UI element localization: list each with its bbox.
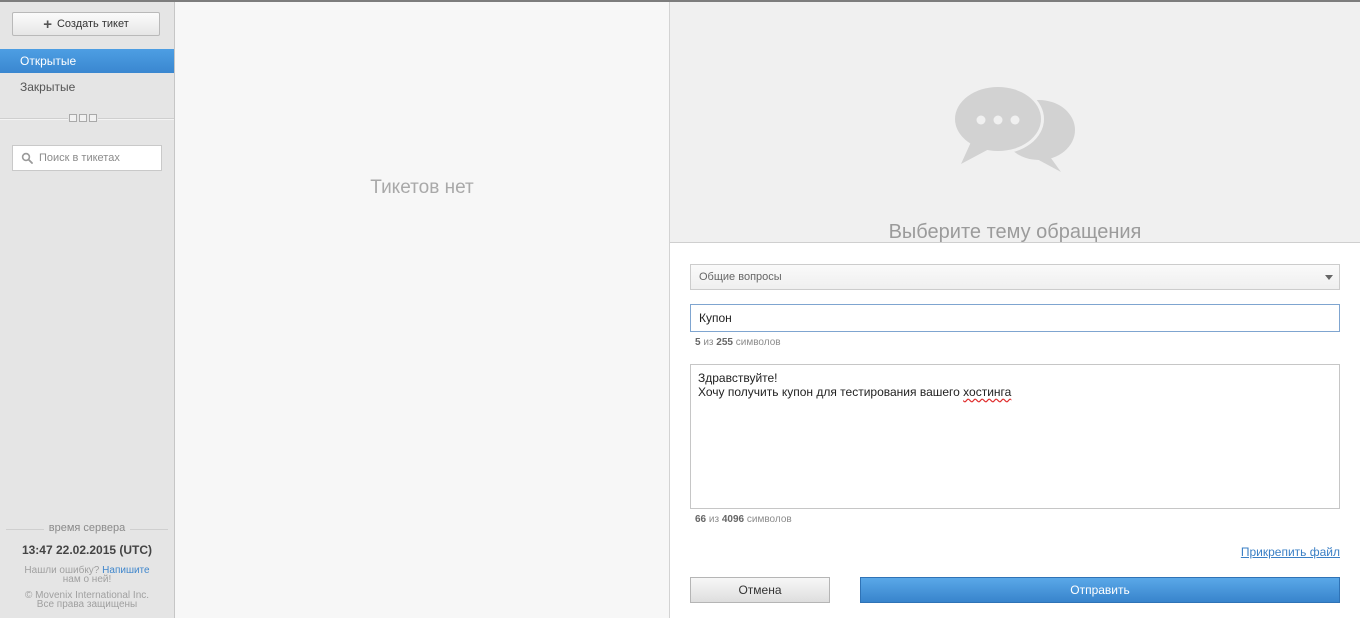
empty-list-message: Тикетов нет (370, 177, 474, 198)
topic-select[interactable]: Общие вопросы (690, 264, 1340, 290)
message-count: 66 (695, 514, 707, 525)
search-input[interactable] (39, 152, 149, 164)
ticket-search (12, 145, 162, 171)
message-textarea[interactable]: Здравствуйте! Хочу получить купон для те… (690, 364, 1340, 509)
server-time-label: время сервера (0, 522, 174, 534)
subject-char-counter: 5 из 255 символов (695, 337, 781, 348)
subject-count: 5 (695, 337, 701, 348)
handle-dot (79, 114, 87, 122)
sidebar-item-label: Открытые (20, 54, 77, 68)
plus-icon: + (43, 15, 52, 33)
topic-hero: Выберите тему обращения (670, 2, 1360, 243)
message-char-counter: 66 из 4096 символов (695, 514, 792, 525)
topic-heading: Выберите тему обращения (888, 221, 1142, 243)
topic-select-value: Общие вопросы (699, 271, 782, 283)
create-ticket-button[interactable]: + Создать тикет (12, 12, 160, 36)
server-time: 13:47 22.02.2015 (UTC) (21, 543, 153, 557)
search-icon (21, 152, 33, 164)
chevron-down-icon (1325, 275, 1333, 280)
subject-input[interactable] (690, 304, 1340, 332)
message-of: из (708, 514, 720, 525)
sidebar-item-closed[interactable]: Закрытые (0, 75, 174, 99)
misspelled-word: хостинга (963, 385, 1012, 399)
message-max: 4096 (721, 514, 745, 525)
message-line-1: Здравствуйте! (698, 371, 778, 385)
cancel-button[interactable]: Отмена (690, 577, 830, 603)
sidebar-item-label: Закрытые (20, 80, 76, 94)
new-ticket-panel: Выберите тему обращения Общие вопросы 5 … (670, 2, 1360, 618)
rights-text: Все права защищены (36, 599, 138, 610)
message-unit: символов (746, 514, 792, 525)
chat-bubbles-icon (953, 84, 1075, 172)
message-line-2: Хочу получить купон для тестирования ваш… (698, 385, 964, 399)
create-ticket-label: Создать тикет (56, 18, 129, 30)
sidebar: + Создать тикет Открытые Закрытые время … (0, 2, 175, 618)
subject-unit: символов (735, 337, 781, 348)
sidebar-item-open[interactable]: Открытые (0, 49, 174, 73)
handle-dot (69, 114, 77, 122)
subject-max: 255 (716, 337, 733, 348)
ticket-list: Тикетов нет (175, 2, 670, 618)
handle-dot (89, 114, 97, 122)
subject-of: из (703, 337, 714, 348)
submit-button[interactable]: Отправить (860, 577, 1340, 603)
tell-us-text: нам о ней! (62, 574, 112, 585)
resize-handle[interactable] (68, 114, 98, 122)
attach-file-link[interactable]: Прикрепить файл (1241, 545, 1340, 559)
